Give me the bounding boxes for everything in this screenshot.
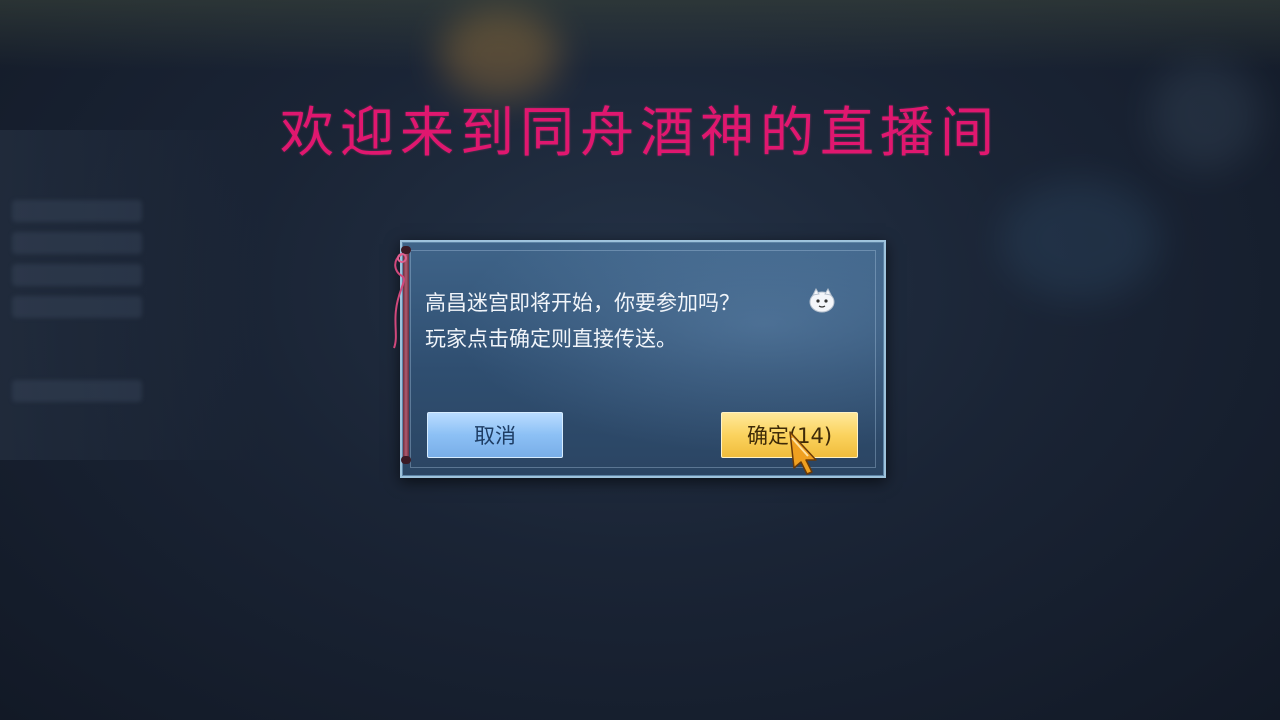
bg-glow (1000, 180, 1160, 300)
game-top-bar-background (0, 0, 1280, 70)
bg-list-row (12, 200, 142, 222)
stream-welcome-banner: 欢迎来到同舟酒神的直播间 (280, 101, 1000, 164)
ribbon-icon (393, 253, 407, 349)
bg-list-row (12, 296, 142, 318)
bg-glow (440, 10, 560, 100)
snowman-face-icon (809, 287, 835, 313)
dialog-message-line1: 高昌迷宫即将开始，你要参加吗？ (425, 291, 740, 315)
game-left-panel-background (0, 130, 260, 460)
dialog-message-line2: 玩家点击确定则直接传送。 (425, 327, 677, 351)
cancel-button[interactable]: 取消 (427, 412, 563, 458)
bg-list-row (12, 264, 142, 286)
bg-list-row (12, 232, 142, 254)
bg-list-row (12, 380, 142, 402)
pointer-cursor-icon (789, 431, 817, 475)
